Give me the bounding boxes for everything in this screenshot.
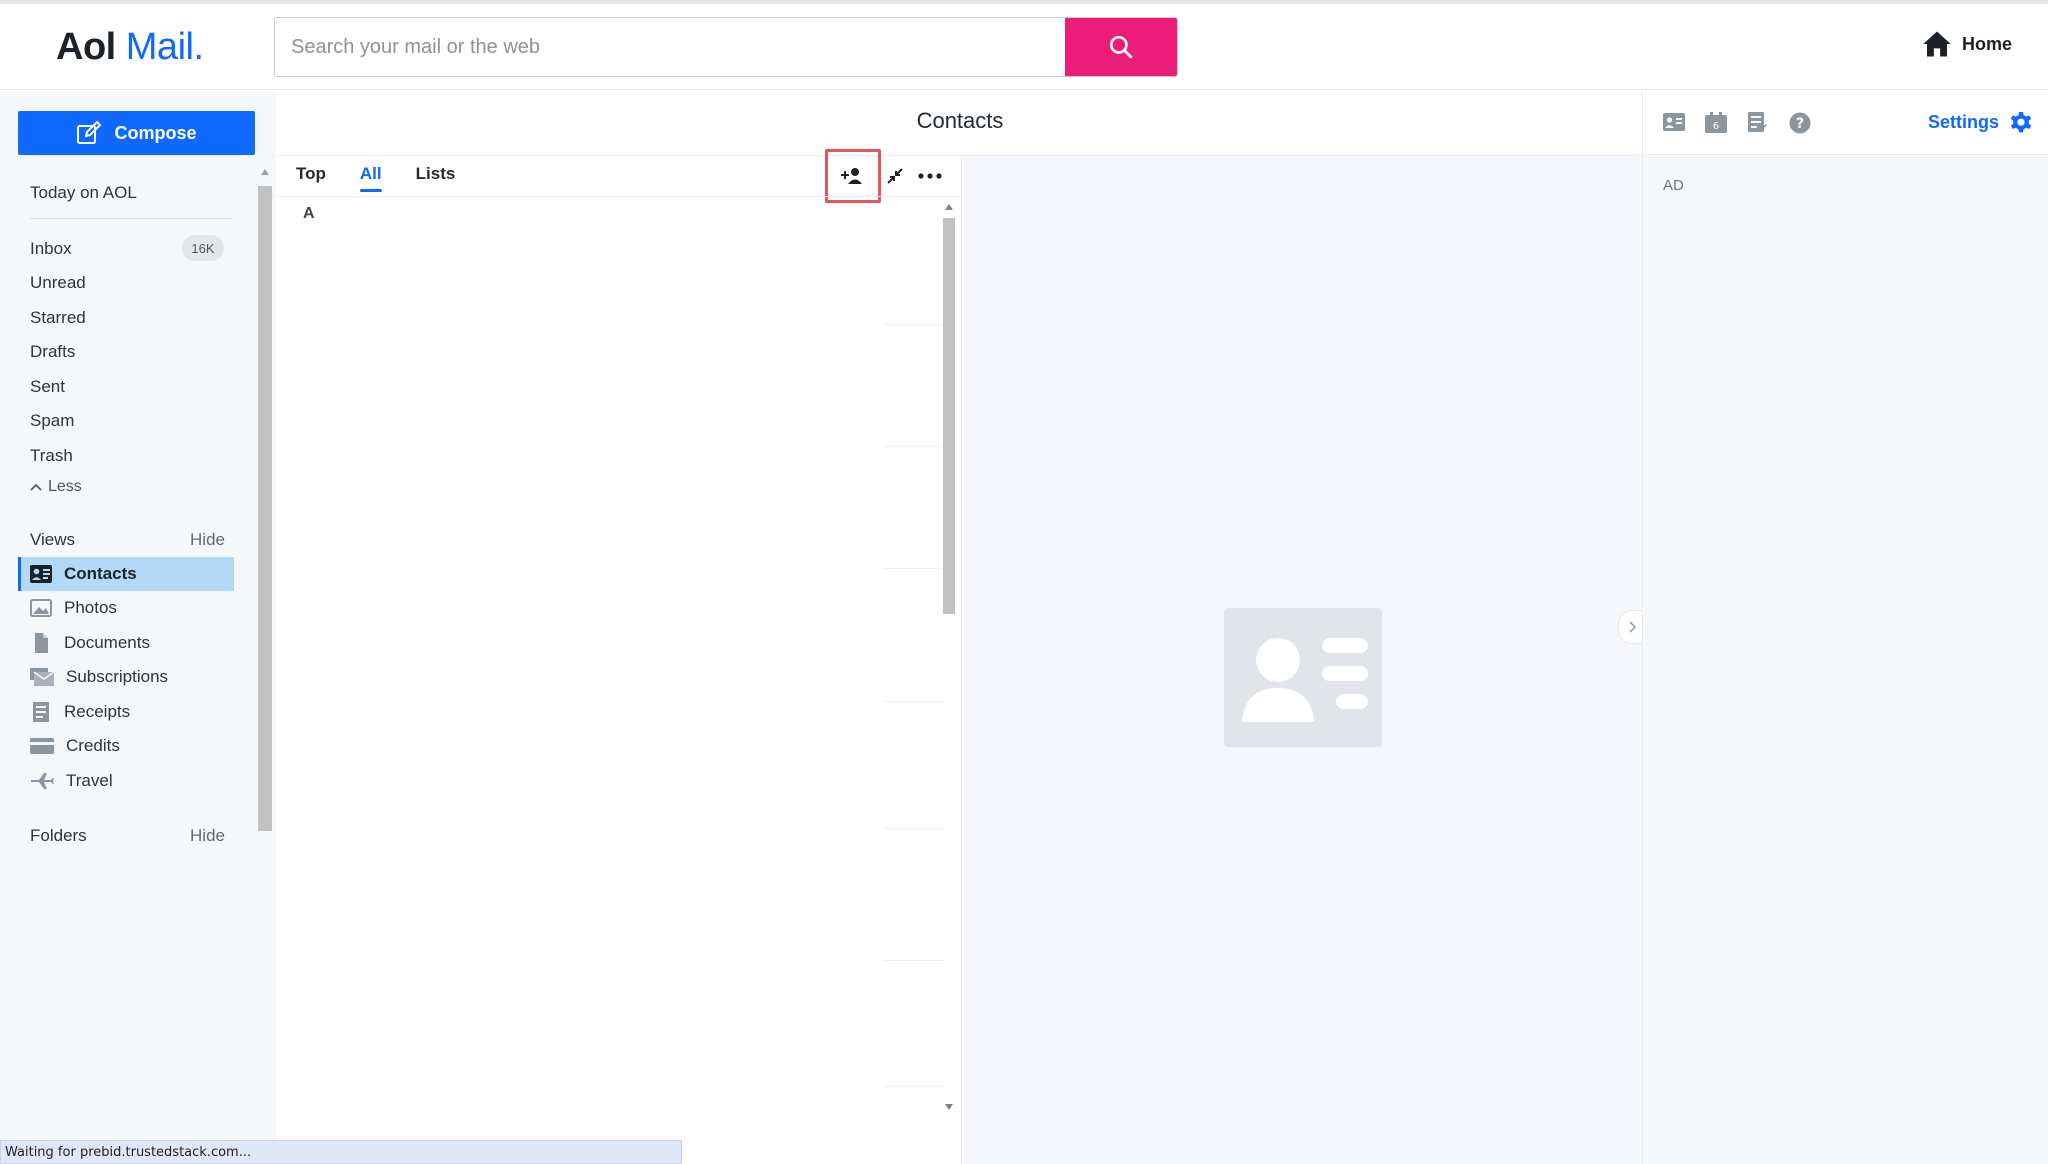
folder-trash[interactable]: Trash [30,446,73,466]
calendar-app-button[interactable]: 6 [1705,112,1727,139]
right-ad-column: 6 ? Settings AD [1642,91,2048,1164]
folder-unread[interactable]: Unread [30,273,86,293]
tab-all[interactable]: All [359,164,382,192]
search-button[interactable] [1065,18,1177,76]
view-documents[interactable]: Documents [18,626,234,660]
help-button[interactable]: ? [1789,112,1811,139]
page-title: Contacts [916,108,1004,133]
more-options-button[interactable] [908,156,952,196]
contact-list-pane: Top All Lists A [278,149,962,1164]
contact-tabs: Top All Lists [296,164,455,192]
sidebar-scrollbar-thumb[interactable] [258,186,272,831]
contacts-app-button[interactable] [1663,112,1685,137]
list-row-divider [884,828,944,829]
list-row-divider [884,446,944,447]
section-letter-heading: A [303,205,315,222]
notepad-icon [1748,112,1767,132]
contacts-icon [30,565,52,583]
search-icon [1109,35,1133,59]
inbox-count-badge: 16K [182,235,224,261]
svg-text:?: ? [1796,116,1804,132]
contacts-card-icon [1663,113,1685,131]
chevron-right-icon [1629,621,1637,633]
list-row-divider [884,701,944,702]
settings-button[interactable]: Settings [1928,110,2033,134]
app-header: Aol Mail. Home [0,4,2048,90]
contact-card-placeholder [1224,608,1382,747]
tab-top[interactable]: Top [296,164,326,192]
list-row-divider [884,1086,944,1087]
documents-icon [35,633,48,653]
more-dots-icon [918,173,942,179]
view-photos[interactable]: Photos [18,591,234,625]
compose-icon [77,121,102,144]
search-input[interactable] [275,18,1065,76]
folder-sent[interactable]: Sent [30,377,65,397]
home-link[interactable]: Home [1922,30,2012,58]
add-contact-button[interactable] [825,149,881,203]
gear-icon [2010,112,2032,133]
sidebar-divider [30,218,232,219]
collapse-button[interactable] [880,156,910,196]
folders-hide-link[interactable]: Hide [190,826,225,846]
svg-text:6: 6 [1713,121,1719,132]
calendar-icon: 6 [1705,112,1727,133]
folder-spam[interactable]: Spam [30,411,74,431]
less-toggle[interactable]: Less [30,478,82,496]
scroll-down-arrow[interactable] [945,1104,953,1110]
search-box [274,17,1178,77]
photos-icon [30,599,52,617]
list-row-divider [884,568,944,569]
scroll-up-arrow[interactable] [945,204,953,210]
add-contact-icon [841,168,862,184]
ad-label: AD [1663,177,1684,194]
folder-inbox[interactable]: Inbox [30,239,72,259]
tab-lists[interactable]: Lists [416,164,456,192]
contact-list-scrollbar[interactable] [941,202,957,1110]
notepad-app-button[interactable] [1747,112,1767,139]
contact-card-icon [1242,638,1368,722]
aol-mail-logo[interactable]: Aol Mail. [56,26,204,69]
receipts-icon [33,702,49,722]
chevron-up-icon [30,483,42,491]
view-contacts[interactable]: Contacts [18,557,234,591]
travel-icon [31,773,54,789]
contact-list-scrollbar-thumb[interactable] [943,218,955,614]
collapse-arrows-icon [887,168,903,184]
right-toolbar: 6 ? Settings [1643,91,2048,155]
sidebar: Compose Today on AOL Inbox 16K Unread St… [0,91,276,1164]
view-travel[interactable]: Travel [18,764,234,798]
tabs-divider [278,196,962,197]
views-section-header: Views Hide [30,530,225,550]
credits-icon [30,738,54,754]
folders-section-header: Folders Hide [30,826,225,846]
list-row-divider [884,324,944,325]
view-credits[interactable]: Credits [18,729,234,763]
help-icon: ? [1789,112,1811,134]
view-subscriptions[interactable]: Subscriptions [18,660,234,694]
browser-status-bar: Waiting for prebid.trustedstack.com... [0,1140,682,1164]
compose-button[interactable]: Compose [18,111,255,155]
list-row-divider [884,960,944,961]
folder-drafts[interactable]: Drafts [30,342,75,362]
today-on-aol-link[interactable]: Today on AOL [30,183,137,203]
views-hide-link[interactable]: Hide [190,530,225,550]
sidebar-scroll-up-arrow[interactable] [261,169,269,175]
home-icon [1923,31,1951,57]
folder-starred[interactable]: Starred [30,308,86,328]
view-receipts[interactable]: Receipts [18,695,234,729]
contact-detail-pane [963,156,1642,1164]
subscriptions-icon [30,668,54,686]
